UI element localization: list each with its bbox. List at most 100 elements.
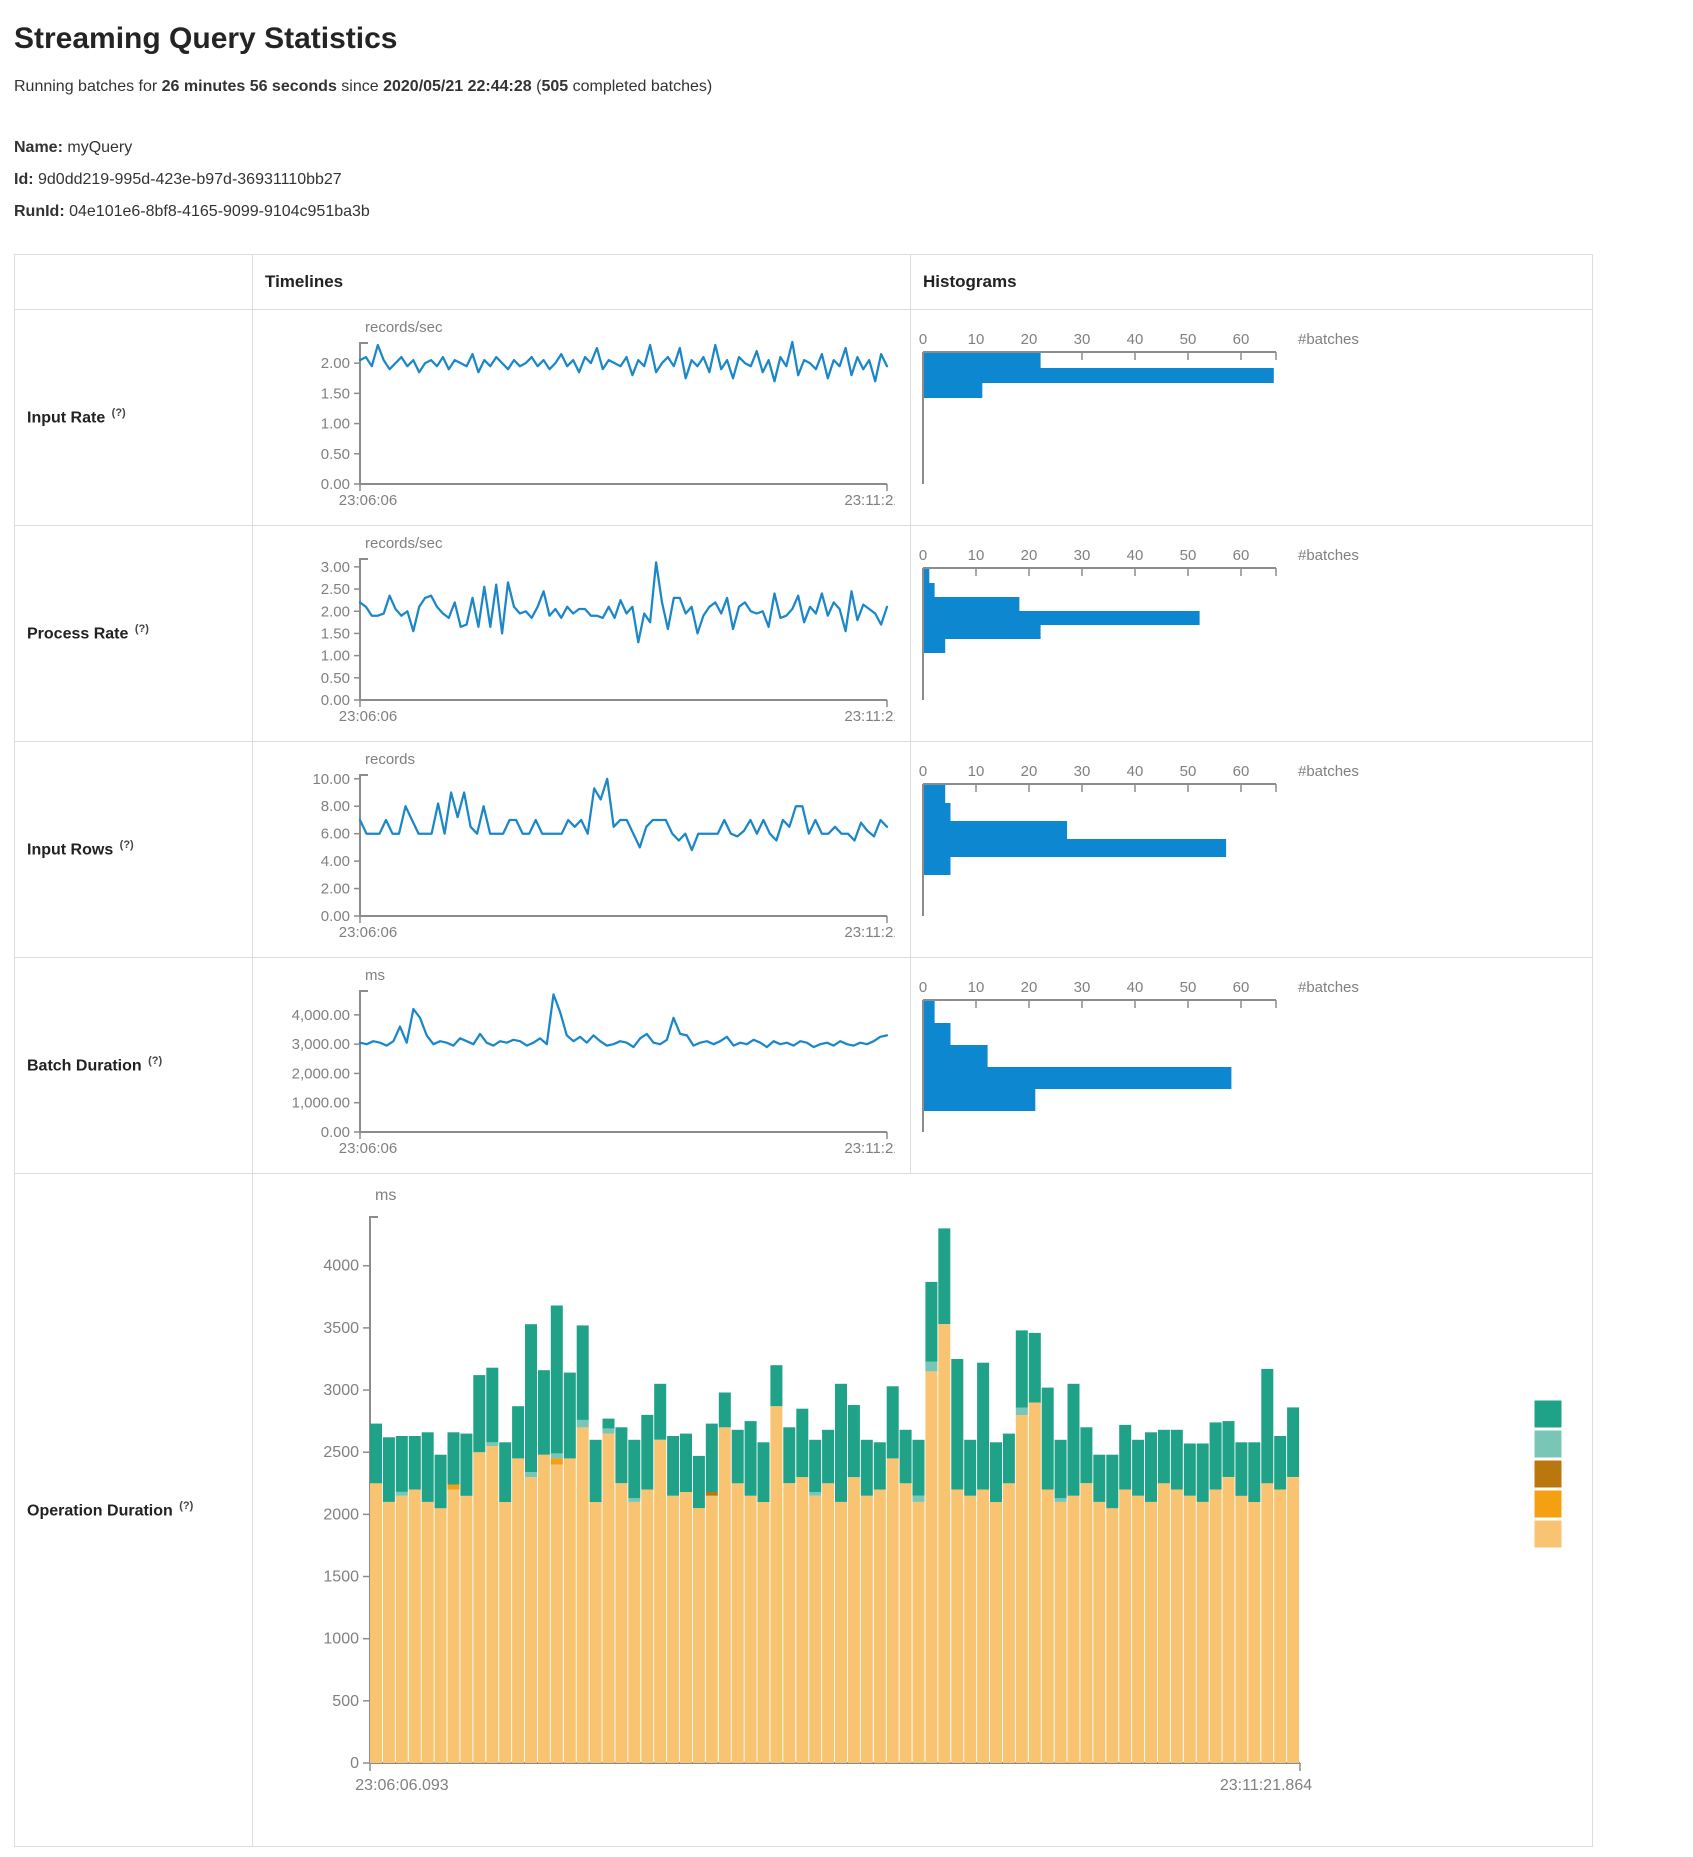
svg-text:1,000.00: 1,000.00 <box>292 1095 350 1112</box>
svg-text:60: 60 <box>1233 763 1250 780</box>
completed-batches-count: 505 <box>541 78 568 95</box>
running-paren: ( <box>532 78 542 95</box>
process-rate-histogram-cell: 0102030405060#batches <box>911 526 1593 742</box>
svg-text:records: records <box>365 751 415 768</box>
svg-text:1.00: 1.00 <box>321 416 350 433</box>
svg-text:23:11:21: 23:11:21 <box>844 492 895 509</box>
query-id-line: Id: 9d0dd219-995d-423e-b97d-36931110bb27 <box>14 168 1679 192</box>
svg-text:0.00: 0.00 <box>321 1124 350 1141</box>
histograms-column-header: Histograms <box>911 255 1593 310</box>
svg-text:2.00: 2.00 <box>321 881 350 898</box>
svg-text:4,000.00: 4,000.00 <box>292 1007 350 1024</box>
svg-text:3.00: 3.00 <box>321 559 350 576</box>
svg-text:2.00: 2.00 <box>321 355 350 372</box>
svg-text:23:06:06.093: 23:06:06.093 <box>355 1777 449 1794</box>
legend-swatch <box>1534 1430 1562 1458</box>
name-value: myQuery <box>67 139 132 156</box>
svg-text:30: 30 <box>1074 979 1091 996</box>
process-rate-label-cell: Process Rate (?) <box>15 526 253 742</box>
svg-text:2000: 2000 <box>323 1506 359 1523</box>
tl-process-rate-svg: records/sec0.000.501.001.502.002.503.002… <box>255 532 895 732</box>
batch-duration-timeline-chart: ms0.001,000.002,000.003,000.004,000.0023… <box>255 964 908 1164</box>
input-rows-timeline-chart: records0.002.004.006.008.0010.0023:06:06… <box>255 748 908 948</box>
svg-text:23:06:06: 23:06:06 <box>339 708 397 725</box>
svg-text:50: 50 <box>1180 979 1197 996</box>
help-tooltip-icon[interactable]: (?) <box>135 623 149 635</box>
svg-text:ms: ms <box>365 967 385 984</box>
id-label: Id: <box>14 171 34 188</box>
svg-text:1.50: 1.50 <box>321 385 350 402</box>
help-tooltip-icon[interactable]: (?) <box>112 407 126 419</box>
svg-text:0: 0 <box>919 331 927 348</box>
tl-input-rate-svg: records/sec0.000.501.001.502.0023:06:062… <box>255 316 895 516</box>
svg-text:10: 10 <box>968 979 985 996</box>
svg-text:50: 50 <box>1180 547 1197 564</box>
runid-label: RunId: <box>14 203 65 220</box>
svg-text:500: 500 <box>332 1693 359 1710</box>
svg-text:60: 60 <box>1233 331 1250 348</box>
input-rate-label-cell: Input Rate (?) <box>15 310 253 526</box>
help-tooltip-icon[interactable]: (?) <box>179 1500 193 1512</box>
process-rate-timeline-cell: records/sec0.000.501.001.502.002.503.002… <box>253 526 911 742</box>
svg-text:23:11:21: 23:11:21 <box>844 708 895 725</box>
statistics-table: Timelines Histograms Input Rate (?) reco… <box>14 254 1593 1847</box>
svg-text:ms: ms <box>375 1187 396 1204</box>
svg-text:6.00: 6.00 <box>321 826 350 843</box>
input-rate-histogram-chart: 0102030405060#batches <box>913 316 1590 521</box>
operation-duration-chart-cell: ms0500100015002000250030003500400023:06:… <box>253 1174 1593 1847</box>
svg-text:1000: 1000 <box>323 1631 359 1648</box>
svg-text:20: 20 <box>1021 547 1038 564</box>
name-label: Name: <box>14 139 63 156</box>
query-runid-line: RunId: 04e101e6-8bf8-4165-9099-9104c951b… <box>14 200 1679 224</box>
input-rows-timeline-cell: records0.002.004.006.008.0010.0023:06:06… <box>253 742 911 958</box>
svg-text:8.00: 8.00 <box>321 798 350 815</box>
svg-text:20: 20 <box>1021 979 1038 996</box>
svg-text:4000: 4000 <box>323 1258 359 1275</box>
svg-text:10: 10 <box>968 547 985 564</box>
query-metadata: Name: myQuery Id: 9d0dd219-995d-423e-b97… <box>14 136 1679 224</box>
svg-text:30: 30 <box>1074 547 1091 564</box>
process-rate-timeline-chart: records/sec0.000.501.001.502.002.503.002… <box>255 532 908 732</box>
row-label: Input Rows <box>27 842 113 859</box>
input-rows-label-cell: Input Rows (?) <box>15 742 253 958</box>
svg-text:3500: 3500 <box>323 1320 359 1337</box>
input-rows-row: Input Rows (?) records0.002.004.006.008.… <box>15 742 1593 958</box>
svg-text:23:11:21: 23:11:21 <box>844 924 895 941</box>
svg-text:10.00: 10.00 <box>312 771 350 788</box>
svg-text:50: 50 <box>1180 331 1197 348</box>
help-tooltip-icon[interactable]: (?) <box>148 1055 162 1067</box>
legend-swatch <box>1534 1490 1562 1518</box>
help-tooltip-icon[interactable]: (?) <box>120 839 134 851</box>
svg-text:2.50: 2.50 <box>321 581 350 598</box>
svg-text:#batches: #batches <box>1298 331 1359 348</box>
runid-value: 04e101e6-8bf8-4165-9099-9104c951ba3b <box>69 203 370 220</box>
input-rate-timeline-chart: records/sec0.000.501.001.502.0023:06:062… <box>255 316 908 516</box>
hist-input-rate-svg: 0102030405060#batches <box>913 316 1591 521</box>
svg-text:3000: 3000 <box>323 1382 359 1399</box>
svg-text:40: 40 <box>1127 979 1144 996</box>
svg-text:#batches: #batches <box>1298 547 1359 564</box>
svg-text:40: 40 <box>1127 763 1144 780</box>
query-name-line: Name: myQuery <box>14 136 1679 160</box>
legend-swatch <box>1534 1400 1562 1428</box>
tl-batch-duration-svg: ms0.001,000.002,000.003,000.004,000.0023… <box>255 964 895 1164</box>
running-timestamp: 2020/05/21 22:44:28 <box>383 78 532 95</box>
svg-text:23:11:21: 23:11:21 <box>844 1140 895 1157</box>
svg-text:20: 20 <box>1021 763 1038 780</box>
running-mid: since <box>337 78 383 95</box>
svg-text:1500: 1500 <box>323 1569 359 1586</box>
batch-duration-row: Batch Duration (?) ms0.001,000.002,000.0… <box>15 958 1593 1174</box>
svg-text:30: 30 <box>1074 331 1091 348</box>
svg-text:60: 60 <box>1233 979 1250 996</box>
page-title: Streaming Query Statistics <box>14 22 1679 56</box>
empty-header-cell <box>15 255 253 310</box>
running-prefix: Running batches for <box>14 78 162 95</box>
svg-text:0.00: 0.00 <box>321 692 350 709</box>
batch-duration-timeline-cell: ms0.001,000.002,000.003,000.004,000.0023… <box>253 958 911 1174</box>
row-label: Operation Duration <box>27 1502 173 1519</box>
svg-text:40: 40 <box>1127 331 1144 348</box>
svg-text:0: 0 <box>350 1755 359 1772</box>
process-rate-histogram-chart: 0102030405060#batches <box>913 532 1590 737</box>
hist-input-rows-svg: 0102030405060#batches <box>913 748 1591 953</box>
svg-text:60: 60 <box>1233 547 1250 564</box>
